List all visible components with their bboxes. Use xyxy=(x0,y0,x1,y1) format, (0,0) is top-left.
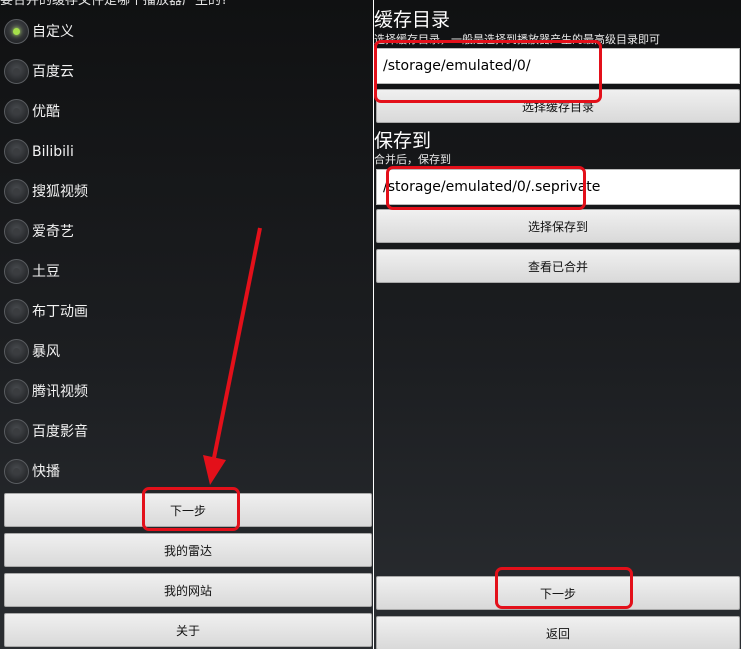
radio-button-icon[interactable] xyxy=(4,259,29,284)
cache-path-field[interactable]: /storage/emulated/0/ xyxy=(376,48,740,84)
radio-indicator-icon xyxy=(13,388,20,395)
radio-indicator-icon xyxy=(13,68,20,75)
radio-option[interactable]: 优酷 xyxy=(2,94,332,130)
radio-button-icon[interactable] xyxy=(4,379,29,404)
radio-button-icon[interactable] xyxy=(4,339,29,364)
cache-directory-title: 缓存目录 xyxy=(374,9,451,31)
radio-option[interactable]: 暴风 xyxy=(2,334,332,370)
radio-indicator-icon xyxy=(13,148,20,155)
cache-directory-hint: 选择缓存目录，一般是选择到播放器产生的最高级目录即可 xyxy=(374,33,660,46)
radio-button-icon[interactable] xyxy=(4,299,29,324)
radio-label: 布丁动画 xyxy=(32,304,88,320)
radio-button-icon[interactable] xyxy=(4,459,29,484)
radio-option[interactable]: 快播 xyxy=(2,454,332,490)
radio-button-icon[interactable] xyxy=(4,99,29,124)
radio-option[interactable]: 百度云 xyxy=(2,54,332,90)
radio-option[interactable]: 布丁动画 xyxy=(2,294,332,330)
right-screen: 缓存目录 选择缓存目录，一般是选择到播放器产生的最高级目录即可 /storage… xyxy=(374,0,741,649)
save-to-hint: 合并后，保存到 xyxy=(374,153,451,166)
radio-indicator-icon xyxy=(13,308,20,315)
about-button[interactable]: 关于 xyxy=(4,613,372,647)
radio-option[interactable]: Bilibili xyxy=(2,134,332,170)
player-question: 要合并的缓存文件是哪个播放器产生的? xyxy=(0,0,228,8)
radio-button-icon[interactable] xyxy=(4,59,29,84)
next-button[interactable]: 下一步 xyxy=(4,493,372,527)
radio-label: Bilibili xyxy=(32,144,74,160)
radio-button-icon[interactable] xyxy=(4,19,29,44)
radio-button-icon[interactable] xyxy=(4,139,29,164)
radio-indicator-icon xyxy=(13,268,20,275)
radio-option[interactable]: 百度影音 xyxy=(2,414,332,450)
radio-button-icon[interactable] xyxy=(4,179,29,204)
radio-label: 优酷 xyxy=(32,104,60,120)
radio-label: 自定义 xyxy=(32,24,74,40)
my-radar-button[interactable]: 我的雷达 xyxy=(4,533,372,567)
radio-label: 暴风 xyxy=(32,344,60,360)
radio-option[interactable]: 搜狐视频 xyxy=(2,174,332,210)
radio-option[interactable]: 自定义 xyxy=(2,14,332,50)
radio-label: 腾讯视频 xyxy=(32,384,88,400)
back-button[interactable]: 返回 xyxy=(376,616,740,649)
radio-label: 爱奇艺 xyxy=(32,224,74,240)
radio-indicator-icon xyxy=(13,108,20,115)
choose-cache-button[interactable]: 选择缓存目录 xyxy=(376,89,740,123)
left-screen: 要合并的缓存文件是哪个播放器产生的? 自定义百度云优酷 Bilibili 搜狐视频爱… xyxy=(0,0,373,649)
choose-save-button[interactable]: 选择保存到 xyxy=(376,209,740,243)
radio-indicator-icon xyxy=(13,228,20,235)
radio-indicator-icon xyxy=(13,28,20,35)
radio-button-icon[interactable] xyxy=(4,419,29,444)
view-merged-button[interactable]: 查看已合并 xyxy=(376,249,740,283)
radio-label: 搜狐视频 xyxy=(32,184,88,200)
next-button-right[interactable]: 下一步 xyxy=(376,576,740,610)
save-to-title: 保存到 xyxy=(374,130,432,152)
my-website-button[interactable]: 我的网站 xyxy=(4,573,372,607)
radio-indicator-icon xyxy=(13,348,20,355)
save-path-field[interactable]: /storage/emulated/0/.seprivate xyxy=(376,169,740,205)
radio-indicator-icon xyxy=(13,428,20,435)
radio-button-icon[interactable] xyxy=(4,219,29,244)
radio-label: 快播 xyxy=(32,464,60,480)
radio-label: 土豆 xyxy=(32,264,60,280)
radio-label: 百度云 xyxy=(32,64,74,80)
radio-option[interactable]: 腾讯视频 xyxy=(2,374,332,410)
radio-indicator-icon xyxy=(13,468,20,475)
radio-option[interactable]: 爱奇艺 xyxy=(2,214,332,250)
radio-indicator-icon xyxy=(13,188,20,195)
radio-option[interactable]: 土豆 xyxy=(2,254,332,290)
radio-label: 百度影音 xyxy=(32,424,88,440)
